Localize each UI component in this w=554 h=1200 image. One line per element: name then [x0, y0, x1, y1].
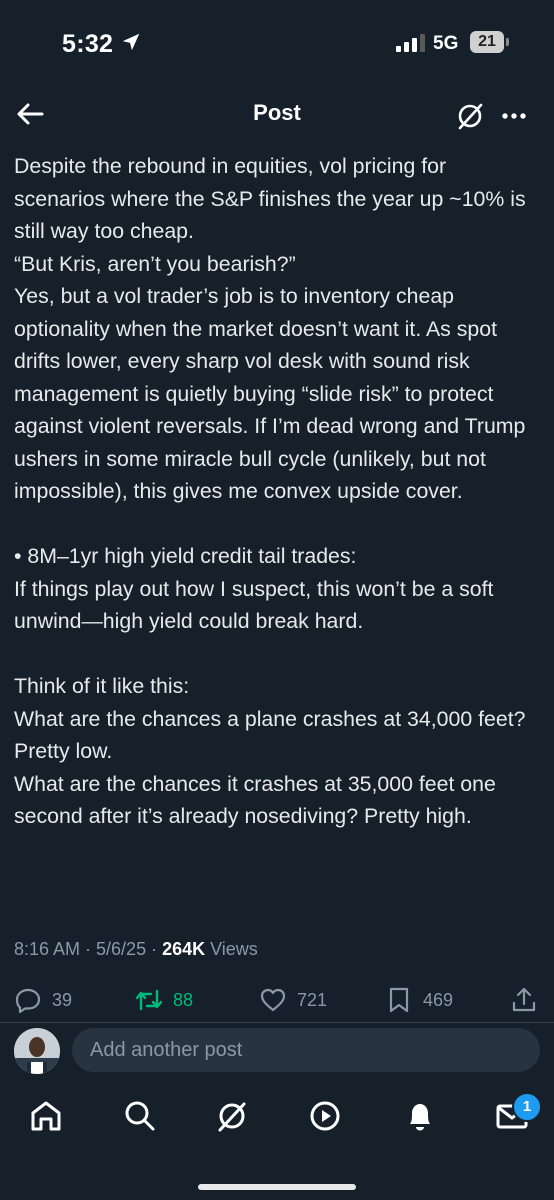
grok-icon: [218, 1102, 246, 1132]
heart-icon: [260, 988, 286, 1012]
bell-icon: [410, 1104, 430, 1131]
notification-badge: 1: [512, 1092, 542, 1122]
tab-search[interactable]: [122, 1098, 162, 1138]
post-paragraph: If things play out how I suspect, this w…: [14, 576, 494, 634]
repost-count: 88: [173, 989, 194, 1010]
location-arrow-icon: [122, 33, 140, 51]
post-metadata: 8:16 AM · 5/6/25 · 264K Views: [14, 939, 258, 960]
reply-count: 39: [52, 989, 73, 1010]
reply-icon: [15, 988, 41, 1014]
home-icon: [31, 1101, 61, 1131]
screen: 5:32 5G 21 Post Despite the rebound in e…: [0, 0, 554, 1200]
bookmark-count: 469: [423, 989, 454, 1010]
tab-notifications[interactable]: [402, 1098, 442, 1138]
cellular-signal-icon: [396, 34, 425, 52]
play-circle-icon: [310, 1101, 340, 1131]
bookmark-icon: [389, 987, 409, 1013]
post-timestamp: 8:16 AM · 5/6/25 ·: [14, 939, 163, 959]
battery-icon: 21: [470, 31, 504, 53]
reply-composer: [0, 1023, 554, 1079]
tab-video[interactable]: [307, 1098, 347, 1138]
post-paragraph: “But Kris, aren’t you bearish?”: [14, 251, 296, 276]
reply-button[interactable]: 39: [14, 984, 72, 1016]
views-count[interactable]: 264K: [162, 939, 205, 959]
post-paragraph: Despite the rebound in equities, vol pri…: [14, 154, 526, 243]
repost-button[interactable]: 88: [135, 984, 193, 1016]
more-options-icon[interactable]: [498, 100, 530, 132]
header: Post: [0, 88, 554, 144]
like-count: 721: [297, 989, 328, 1010]
profile-photo-icon: [14, 1028, 60, 1074]
search-icon: [125, 1101, 155, 1131]
status-bar: 5:32 5G 21: [0, 0, 554, 88]
battery-nub: [506, 38, 509, 46]
bookmark-button[interactable]: 469: [385, 984, 453, 1016]
bottom-tab-bar: [0, 1084, 554, 1200]
tab-home[interactable]: [28, 1098, 68, 1138]
like-button[interactable]: 721: [259, 984, 327, 1016]
grok-icon[interactable]: [454, 100, 486, 132]
views-label: Views: [205, 939, 258, 959]
post-paragraph: Think of it like this:: [14, 674, 190, 698]
network-type: 5G: [433, 33, 459, 54]
post-text: Despite the rebound in equities, vol pri…: [14, 150, 542, 833]
post-paragraph: • 8M–1yr high yield credit tail trades:: [14, 544, 357, 568]
post-paragraph: What are the chances a plane crashes at …: [14, 706, 526, 764]
share-button[interactable]: [510, 984, 538, 1016]
tab-grok[interactable]: [214, 1098, 254, 1138]
post-paragraph: What are the chances it crashes at 35,00…: [14, 771, 496, 829]
post-paragraph: Yes, but a vol trader’s job is to invent…: [14, 284, 526, 503]
status-time: 5:32: [62, 30, 114, 58]
action-bar: 39 88 721 469: [0, 984, 554, 1016]
reply-input[interactable]: [72, 1028, 540, 1072]
home-indicator: [198, 1184, 356, 1190]
share-icon: [512, 987, 536, 1012]
repost-icon: [135, 989, 163, 1011]
avatar[interactable]: [14, 1028, 60, 1074]
